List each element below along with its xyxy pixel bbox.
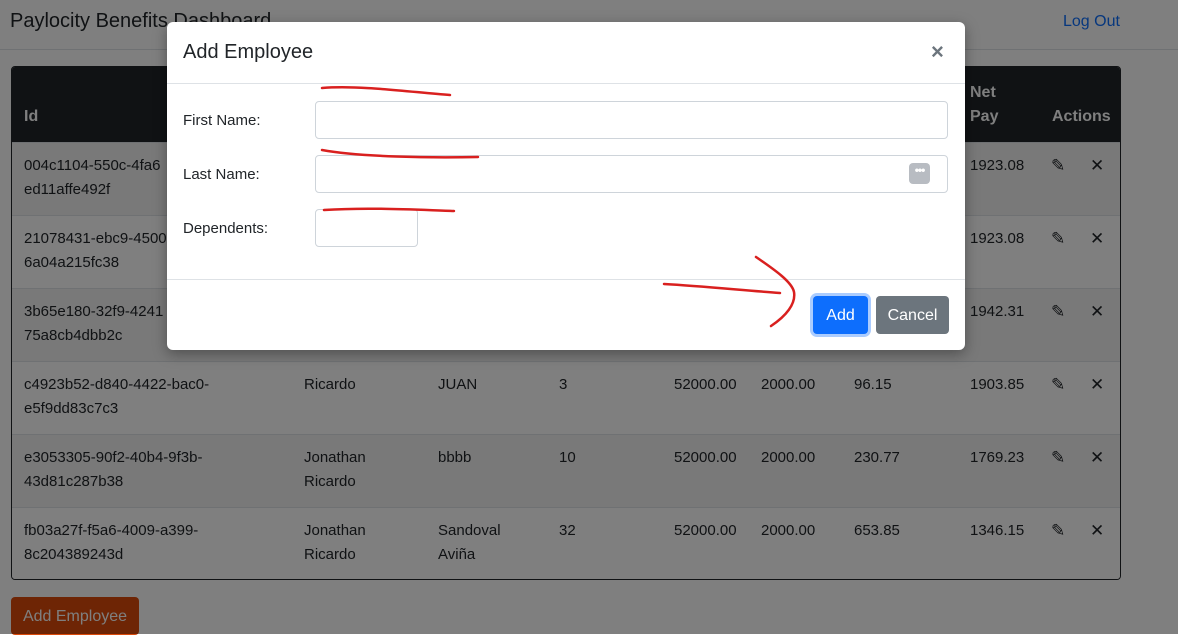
dependents-input[interactable] (315, 209, 418, 247)
modal-title: Add Employee (183, 41, 314, 63)
cancel-button[interactable]: Cancel (876, 296, 949, 334)
password-manager-icon[interactable]: ••• (909, 163, 930, 184)
first-name-label: First Name: (183, 112, 261, 129)
dependents-label: Dependents: (183, 220, 269, 237)
add-employee-modal: Add Employee × First Name: Last Name: ••… (167, 22, 965, 350)
add-button[interactable]: Add (813, 296, 868, 334)
close-icon[interactable]: × (931, 40, 944, 64)
last-name-label: Last Name: (183, 166, 260, 183)
modal-header: Add Employee × (167, 22, 965, 84)
first-name-input[interactable] (315, 101, 948, 139)
last-name-input[interactable] (315, 155, 948, 193)
